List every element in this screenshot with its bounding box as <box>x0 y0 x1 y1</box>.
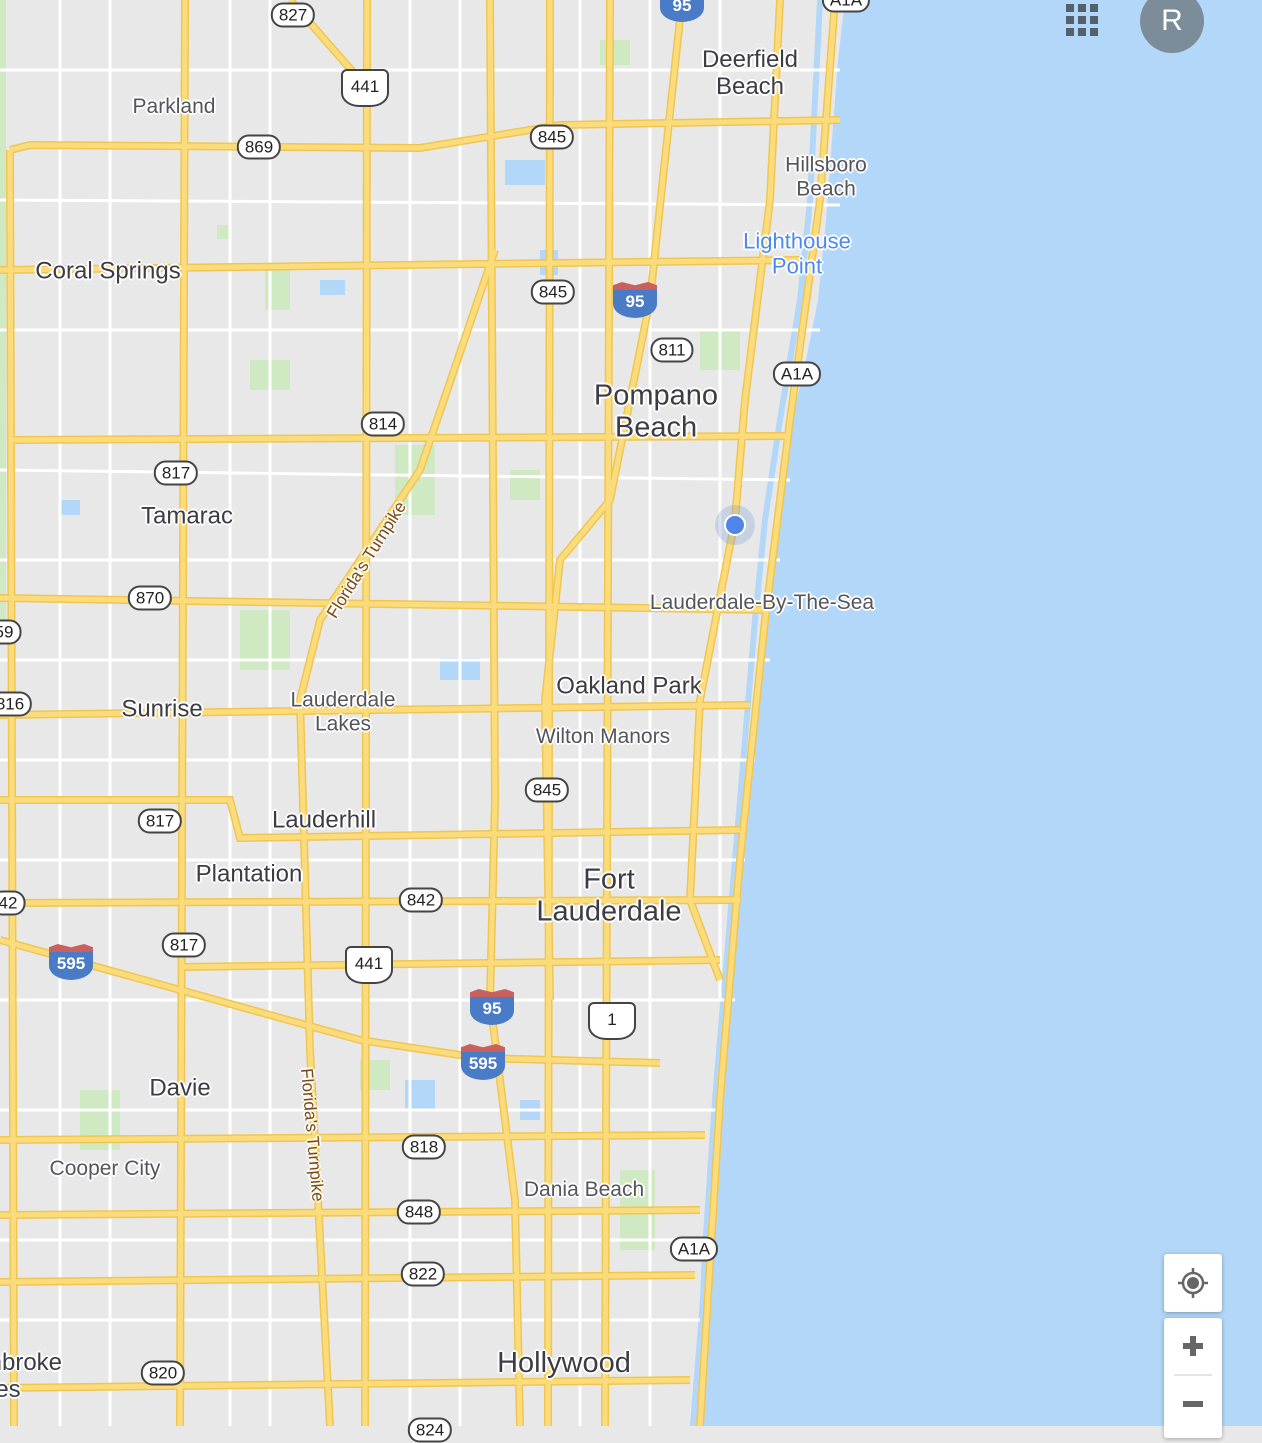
my-location-icon <box>1178 1268 1208 1298</box>
interstate-shield: 95 <box>470 989 514 1025</box>
place-label: Oakland Park <box>556 672 702 700</box>
state-route-shield: 824 <box>407 1417 453 1443</box>
place-label: Plantation <box>195 860 303 888</box>
state-route-shield: 869 <box>236 134 282 160</box>
state-route-shield: 59 <box>0 619 22 645</box>
minus-icon <box>1183 1401 1203 1407</box>
place-label: Wilton Manors <box>535 725 671 749</box>
state-route-shield: 817 <box>161 932 207 958</box>
place-label: Fort Lauderdale <box>536 863 682 928</box>
state-route-shield: 845 <box>529 124 575 150</box>
state-route-shield: 811 <box>650 337 694 363</box>
my-location-button[interactable] <box>1164 1254 1222 1312</box>
place-label: Parkland <box>132 95 216 119</box>
state-route-shield: A1A <box>669 1236 719 1262</box>
place-label: Lauderdale-By-The-Sea <box>649 591 875 615</box>
current-location-marker[interactable] <box>715 505 755 545</box>
place-label: Pompano Beach <box>593 379 719 444</box>
us-route-shield: 441 <box>345 946 393 984</box>
zoom-out-button[interactable] <box>1164 1376 1222 1432</box>
interstate-shield: 595 <box>461 1044 505 1080</box>
state-route-shield: 827 <box>270 2 316 28</box>
interstate-shield: 595 <box>49 944 93 980</box>
state-route-shield: 848 <box>396 1199 442 1225</box>
state-route-shield: A1A <box>772 361 822 387</box>
zoom-control <box>1164 1318 1222 1438</box>
state-route-shield: 822 <box>400 1261 446 1287</box>
place-label: Tamarac <box>140 502 234 530</box>
apps-grid-icon[interactable] <box>1066 4 1098 36</box>
state-route-shield: 842 <box>398 887 444 913</box>
state-route-shield: 817 <box>137 808 183 834</box>
state-route-shield: 845 <box>524 777 570 803</box>
place-label: Lauderhill <box>271 806 377 834</box>
zoom-in-button[interactable] <box>1164 1318 1222 1374</box>
place-label: Deerfield Beach <box>701 46 799 100</box>
state-route-shield: 845 <box>530 279 576 305</box>
place-label: Lauderdale Lakes <box>290 688 396 735</box>
us-route-shield: 1 <box>588 1002 636 1040</box>
place-label: Sunrise <box>121 695 203 723</box>
state-route-shield: 817 <box>153 460 199 486</box>
place-label: Hollywood <box>497 1346 631 1379</box>
state-route-shield: 870 <box>127 585 173 611</box>
state-route-shield: 820 <box>140 1360 186 1386</box>
state-route-shield: 814 <box>360 411 406 437</box>
state-route-shield: 818 <box>401 1134 447 1160</box>
state-route-shield: 816 <box>0 691 33 717</box>
state-route-shield: 42 <box>0 890 26 916</box>
place-label: Davie <box>149 1074 211 1102</box>
interstate-shield: 95 <box>660 0 704 22</box>
place-label: Coral Springs <box>35 257 181 285</box>
place-label: mbroke nes <box>0 1349 63 1403</box>
place-label: Dania Beach <box>523 1178 645 1202</box>
interstate-shield: 95 <box>613 282 657 318</box>
place-label[interactable]: Lighthouse Point <box>743 228 851 278</box>
place-label: Cooper City <box>49 1157 161 1181</box>
us-route-shield: 441 <box>341 69 389 107</box>
place-label: Hillsboro Beach <box>785 153 867 200</box>
state-route-shield: A1A <box>821 0 871 13</box>
